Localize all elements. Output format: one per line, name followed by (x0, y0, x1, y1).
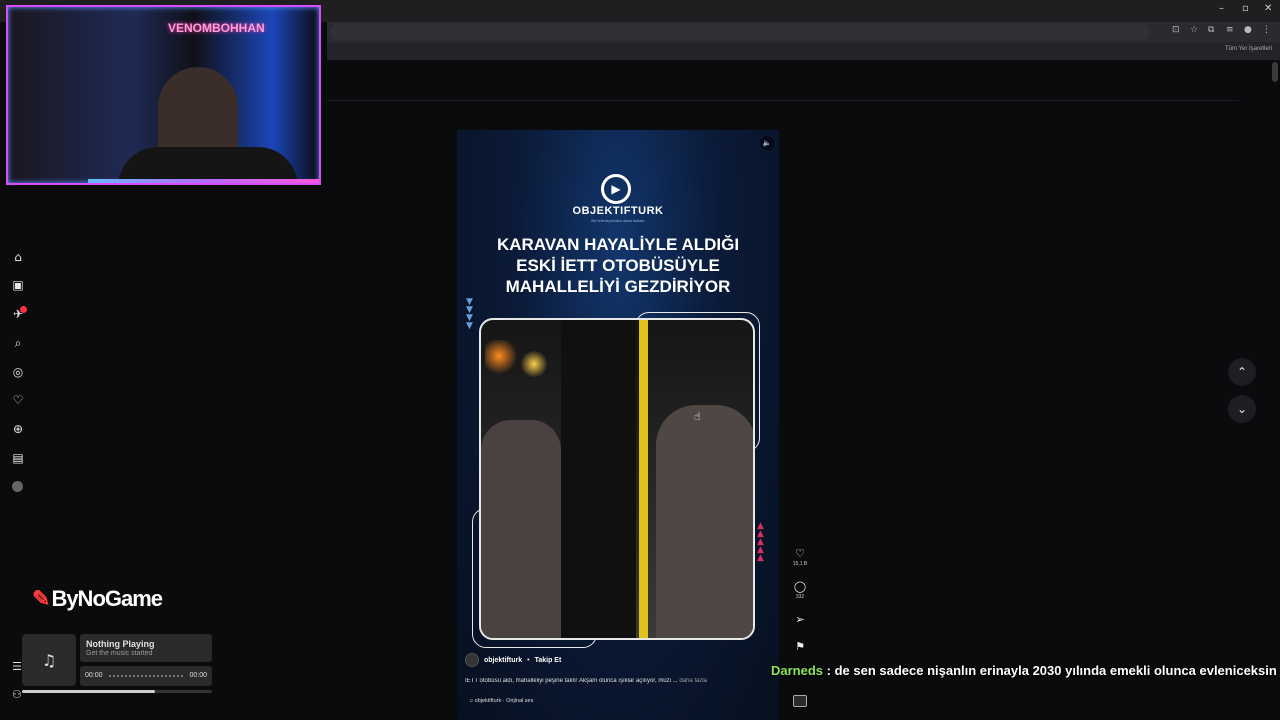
time-start: 00:00 (85, 672, 103, 679)
player-title: Nothing Playing (86, 639, 155, 649)
author-avatar[interactable] (465, 653, 479, 667)
url-field[interactable] (330, 24, 1150, 40)
close-button[interactable]: ✕ (1264, 3, 1272, 14)
headline-line: ESKİ İETT OTOBÜSÜYLE (516, 256, 720, 275)
next-reel-button[interactable]: ⌄ (1228, 395, 1256, 423)
player-subtitle: Get the music started (86, 650, 153, 657)
time-end: 00:00 (189, 672, 207, 679)
chat-username: Darneds (771, 663, 824, 678)
extensions-icon[interactable]: ⧉ (1208, 25, 1218, 35)
mute-icon[interactable]: 🔈 (760, 136, 774, 150)
webcam-overlay: VENOMBOHHAN (6, 5, 321, 185)
profile-icon[interactable]: ● (1244, 25, 1254, 35)
player-progress-bar (22, 690, 212, 693)
share-button[interactable]: ➢ (790, 614, 810, 626)
author-row: objektifturk • Takip Et (465, 653, 561, 667)
seek-track[interactable] (108, 675, 184, 677)
passenger (656, 405, 753, 638)
search-icon[interactable]: ⌕ (10, 335, 26, 351)
sponsor-logo-mark: ✎ (32, 586, 50, 611)
caption-text: İETT otobüsü aldı, mahalleliyi peşine ta… (465, 678, 678, 684)
explore-icon[interactable]: ◎ (10, 364, 26, 380)
toolbar-icons: ⊡ ☆ ⧉ ≡ ● ⋮ (1172, 25, 1272, 35)
profile-avatar[interactable] (12, 481, 23, 492)
music-note-icon: ♫ (22, 634, 76, 686)
apps-icon[interactable]: ⚇ (12, 688, 22, 701)
reel-video[interactable]: 🔈 ▶ OBJEKTIFTURK Bir televizyondan daha … (457, 130, 779, 720)
mouse-cursor-icon: ☝ (694, 410, 701, 423)
reels-icon[interactable]: ▣ (10, 277, 26, 293)
brand-play-icon: ▶ (601, 174, 631, 204)
music-player-widget: ♫ Nothing Playing Get the music started … (22, 634, 212, 690)
heart-icon: ♡ (795, 547, 805, 560)
player-progress-fill (22, 690, 155, 693)
audio-thumbnail[interactable] (793, 695, 807, 707)
dashboard-icon[interactable]: ▤ (10, 450, 26, 466)
glow-bar (88, 179, 319, 183)
more-menu-icon[interactable]: ☰ (12, 660, 22, 673)
share-icon: ➢ (795, 613, 805, 626)
reel-headline: KARAVAN HAYALİYLE ALDIĞI ESKİ İETT OTOBÜ… (467, 234, 769, 297)
scrollbar[interactable] (1272, 62, 1278, 82)
headline-line: KARAVAN HAYALİYLE ALDIĞI (496, 235, 740, 254)
minimize-button[interactable]: – (1219, 3, 1224, 14)
create-icon[interactable]: ⊕ (10, 421, 26, 437)
menu-icon[interactable]: ⋮ (1262, 25, 1272, 35)
comment-count: 332 (795, 594, 805, 600)
install-icon[interactable]: ⊡ (1172, 25, 1182, 35)
more-link[interactable]: daha fazla (679, 678, 707, 684)
passenger (481, 420, 561, 638)
star-icon[interactable]: ☆ (1190, 25, 1200, 35)
notification-badge (20, 306, 27, 313)
save-button[interactable]: ⚑ (790, 641, 810, 653)
comment-button[interactable]: ◯ 332 (790, 580, 810, 601)
chat-message: Darneds : de sen sadece nişanlın erinayl… (771, 663, 1277, 678)
bus-door (561, 320, 636, 638)
like-button[interactable]: ♡ 15,1 B (790, 547, 810, 568)
heart-icon[interactable]: ♡ (10, 392, 26, 408)
decorative-chevrons-left: ▼ ▼ ▼ ▼ (466, 297, 473, 331)
bookmark-icon: ⚑ (795, 640, 805, 653)
like-count: 15,1 B (792, 561, 808, 567)
bookmarks-bar (327, 42, 1280, 60)
home-icon[interactable]: ⌂ (10, 249, 26, 265)
separator-dot: • (527, 656, 530, 664)
headline-line: MAHALLELİYİ GEZDİRİYOR (505, 277, 731, 296)
sponsor-logo: ✎ByNoGame (32, 586, 163, 612)
reel-caption: İETT otobüsü aldı, mahalleliyi peşine ta… (465, 678, 771, 684)
decorative-chevrons-right: ▲ ▲ ▲ ▲ ▲ (757, 521, 764, 563)
bus-video-frame (479, 318, 755, 640)
audio-label[interactable]: ♫ objektifturk · Orijinal ses (469, 698, 533, 704)
follow-button[interactable]: Takip Et (535, 657, 562, 664)
chat-text: : de sen sadece nişanlın erinayla 2030 y… (823, 663, 1277, 678)
maximize-button[interactable]: ▫ (1242, 3, 1249, 14)
player-info: Nothing Playing Get the music started (80, 634, 212, 662)
media-icon[interactable]: ≡ (1226, 25, 1236, 35)
header-divider (327, 100, 1239, 101)
brand-name: OBJEKTIFTURK (572, 205, 664, 217)
author-name[interactable]: objektifturk (484, 657, 522, 664)
yellow-pole (639, 320, 648, 638)
sponsor-logo-text: ByNoGame (51, 586, 163, 611)
player-timebar: 00:00 00:00 (80, 666, 212, 686)
brand-tagline: Bir televizyondan daha fazlası (591, 218, 645, 223)
comment-icon: ◯ (793, 580, 807, 593)
neon-sign: VENOMBOHHAN (168, 21, 265, 35)
all-bookmarks-link[interactable]: Tüm Yer İşaretleri (1225, 46, 1272, 52)
previous-reel-button[interactable]: ⌃ (1228, 358, 1256, 386)
street-lights (485, 340, 555, 380)
